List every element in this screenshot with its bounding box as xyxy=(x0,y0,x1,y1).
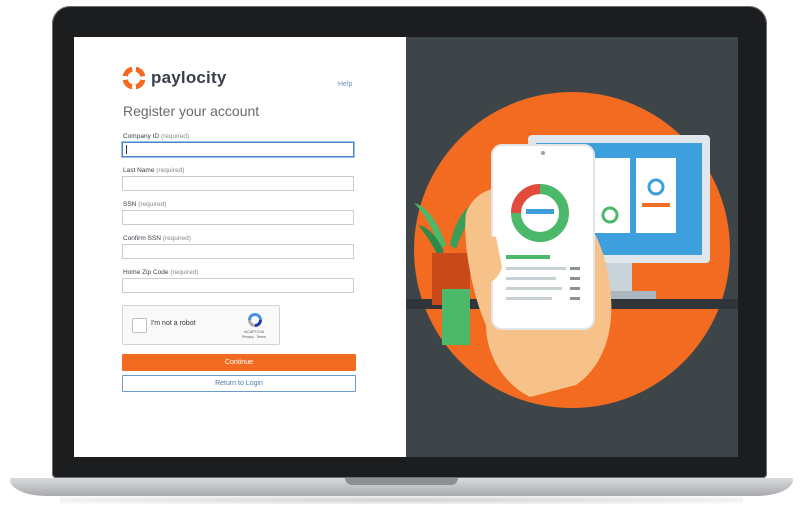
monitor-bar xyxy=(642,203,670,207)
text-caret xyxy=(126,145,127,154)
hand-holding-phone-illustration xyxy=(406,92,738,408)
zip-code-label-text: Home Zip Code xyxy=(123,269,169,276)
last-name-label: Last Name (required) xyxy=(123,167,184,174)
phone-list-line-3 xyxy=(506,287,562,290)
recaptcha-branding: reCAPTCHA Privacy - Terms xyxy=(237,330,271,339)
paylocity-logo: paylocity xyxy=(123,67,227,89)
zip-code-input[interactable] xyxy=(122,278,354,293)
phone-donut-label xyxy=(526,209,554,214)
last-name-required: (required) xyxy=(156,167,185,174)
phone-bar-green xyxy=(506,255,550,259)
ssn-required: (required) xyxy=(138,201,167,208)
zip-code-required: (required) xyxy=(170,269,199,276)
recaptcha-icon xyxy=(248,313,262,327)
laptop-mockup: paylocity Help Register your account Com… xyxy=(0,0,803,516)
confirm-ssn-label: Confirm SSN (required) xyxy=(123,235,191,242)
recaptcha-widget: I'm not a robot reCAPTCHA Privacy - Term… xyxy=(122,305,280,345)
recaptcha-checkbox[interactable] xyxy=(132,318,147,333)
phone-list-value-2 xyxy=(570,277,580,280)
phone-list-value-4 xyxy=(570,297,580,300)
confirm-ssn-required: (required) xyxy=(162,235,191,242)
phone-list-value-3 xyxy=(570,287,580,290)
laptop-base-notch xyxy=(345,478,458,485)
laptop-shadow xyxy=(60,496,743,504)
phone-camera xyxy=(541,151,545,155)
phone-list-line-4 xyxy=(506,297,552,300)
company-id-required: (required) xyxy=(160,133,190,140)
continue-button[interactable]: Continue xyxy=(122,354,356,371)
laptop-screen: paylocity Help Register your account Com… xyxy=(74,37,738,457)
last-name-input[interactable] xyxy=(122,176,354,191)
help-link[interactable]: Help xyxy=(338,81,352,88)
registration-form-pane: paylocity Help Register your account Com… xyxy=(74,37,406,457)
phone-list-line-1 xyxy=(506,267,566,270)
zip-code-label: Home Zip Code (required) xyxy=(123,269,199,276)
paylocity-logo-icon xyxy=(123,67,145,89)
ssn-label-text: SSN xyxy=(123,201,137,208)
recaptcha-label: I'm not a robot xyxy=(151,320,196,327)
green-cup xyxy=(442,289,470,345)
return-to-login-button[interactable]: Return to Login xyxy=(122,375,356,392)
brand-name: paylocity xyxy=(151,68,227,87)
phone-list-value-1 xyxy=(570,267,580,270)
last-name-label-text: Last Name xyxy=(123,167,155,174)
illustration-pane xyxy=(406,37,738,457)
company-id-label-text: Company ID xyxy=(123,133,160,140)
company-id-label: Company ID (required) xyxy=(123,133,189,140)
confirm-ssn-label-text: Confirm SSN xyxy=(123,235,161,242)
ssn-input[interactable] xyxy=(122,210,354,225)
page-title: Register your account xyxy=(123,103,260,119)
confirm-ssn-input[interactable] xyxy=(122,244,354,259)
company-id-input[interactable] xyxy=(122,142,354,157)
phone-list-line-2 xyxy=(506,277,556,280)
recaptcha-links[interactable]: Privacy - Terms xyxy=(237,335,271,340)
ssn-label: SSN (required) xyxy=(123,201,166,208)
